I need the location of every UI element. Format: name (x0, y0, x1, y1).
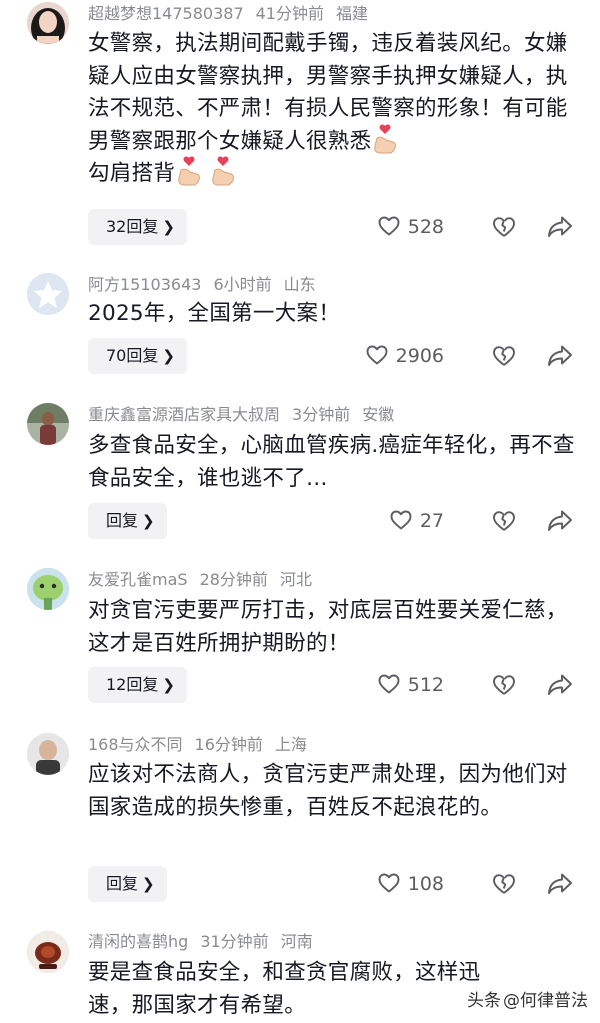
username[interactable]: 阿方15103643 (88, 275, 201, 294)
heart-broken-icon[interactable] (492, 344, 516, 368)
view-replies-button[interactable]: 回复 ❯ (88, 866, 167, 902)
heart-broken-icon[interactable] (492, 215, 516, 239)
chevron-right-icon: ❯ (162, 218, 175, 236)
comment-location: 河北 (279, 570, 312, 589)
share-arrow-icon[interactable] (547, 872, 573, 896)
comment-meta: 超越梦想147580387 41分钟前 福建 (88, 2, 380, 26)
comment-feed: 超越梦想147580387 41分钟前 福建 女警察，执法期间配戴手镯，违反着装风纪… (0, 0, 600, 1023)
like-button[interactable]: 528 (378, 209, 444, 245)
comment-location: 山东 (283, 275, 316, 294)
comment-location: 福建 (336, 4, 369, 23)
username[interactable]: 清闲的喜鹊hg (88, 932, 188, 951)
comment-text-tail: 勾肩搭背 (88, 161, 176, 186)
share-arrow-icon[interactable] (547, 673, 573, 697)
comment-text: 要是查食品安全，和查贪官腐败，这样迅速，那国家才有希望。 (88, 960, 481, 1018)
comment-time: 6小时前 (213, 275, 272, 294)
comment-text: 多查食品安全，心脑血管疾病.癌症年轻化，再不查食品安全，谁也逃不了… (88, 433, 575, 491)
share-arrow-icon[interactable] (547, 509, 573, 533)
chevron-right-icon: ❯ (142, 875, 155, 893)
comment-time: 16分钟前 (194, 735, 263, 754)
view-replies-button[interactable]: 70回复 ❯ (88, 338, 187, 374)
heart-outline-icon (390, 510, 412, 529)
comment-location: 安徽 (362, 405, 395, 424)
comment-time: 41分钟前 (255, 4, 324, 23)
watermark-brand: 头条 (467, 991, 501, 1011)
comment-meta: 阿方15103643 6小时前 山东 (88, 273, 328, 297)
comment-text: 女警察，执法期间配戴手镯，违反着装风纪。女嫌疑人应由女警察执押，男警察手执押女嫌… (88, 28, 578, 191)
heart-outline-icon (378, 216, 400, 235)
watermark-account: @何律普法 (503, 991, 588, 1011)
avatar[interactable] (27, 568, 69, 610)
comment-meta: 168与众不同 16分钟前 上海 (88, 733, 319, 757)
like-button[interactable]: 512 (378, 667, 444, 703)
reply-label: 12回复 (106, 675, 159, 694)
comment-time: 3分钟前 (292, 405, 351, 424)
finger-heart-emoji (209, 156, 237, 186)
reply-label: 回复 (106, 511, 139, 530)
heart-outline-icon (378, 873, 400, 892)
like-count: 108 (407, 873, 444, 895)
chevron-right-icon: ❯ (142, 512, 155, 530)
username[interactable]: 超越梦想147580387 (88, 4, 244, 23)
comment-text: 2025年，全国第一大案！ (88, 301, 341, 326)
comment-time: 28分钟前 (199, 570, 268, 589)
comment-location: 河南 (280, 932, 313, 951)
comment-text: 对贪官污吏要严厉打击，对底层百姓要关爱仁慈，这才是百姓所拥护期盼的！ (88, 598, 568, 656)
like-button[interactable]: 108 (378, 866, 444, 902)
avatar[interactable] (27, 273, 69, 315)
comment-location: 上海 (274, 735, 307, 754)
finger-heart-emoji (175, 156, 203, 186)
chevron-right-icon: ❯ (162, 347, 175, 365)
view-replies-button[interactable]: 12回复 ❯ (88, 667, 187, 703)
comment-meta: 重庆鑫富源酒店家具大叔周 3分钟前 安徽 (88, 403, 406, 427)
finger-heart-emoji (371, 124, 399, 154)
heart-broken-icon[interactable] (492, 872, 516, 896)
like-button[interactable]: 2906 (366, 338, 444, 374)
username[interactable]: 友爱孔雀maS (88, 570, 188, 589)
share-arrow-icon[interactable] (547, 215, 573, 239)
heart-outline-icon (366, 345, 388, 364)
like-count: 27 (419, 510, 444, 532)
comment-meta: 清闲的喜鹊hg 31分钟前 河南 (88, 930, 325, 954)
avatar[interactable] (27, 931, 69, 973)
chevron-right-icon: ❯ (162, 676, 175, 694)
username[interactable]: 168与众不同 (88, 735, 183, 754)
like-count: 512 (407, 674, 444, 696)
comment-text: 应该对不法商人，贪官污吏严肃处理，因为他们对国家造成的损失惨重，百姓反不起浪花的… (88, 762, 568, 820)
reply-label: 70回复 (106, 346, 159, 365)
heart-broken-icon[interactable] (492, 673, 516, 697)
heart-outline-icon (378, 674, 400, 693)
view-replies-button[interactable]: 32回复 ❯ (88, 209, 187, 245)
avatar[interactable] (27, 733, 69, 775)
like-count: 528 (407, 216, 444, 238)
avatar[interactable] (27, 403, 69, 445)
comment-meta: 友爱孔雀maS 28分钟前 河北 (88, 568, 324, 592)
heart-broken-icon[interactable] (492, 509, 516, 533)
username[interactable]: 重庆鑫富源酒店家具大叔周 (88, 405, 280, 424)
watermark: 头条 @何律普法 (467, 986, 590, 1016)
share-arrow-icon[interactable] (547, 344, 573, 368)
reply-label: 32回复 (106, 217, 159, 236)
like-count: 2906 (395, 345, 444, 367)
view-replies-button[interactable]: 回复 ❯ (88, 503, 167, 539)
comment-text-main: 女警察，执法期间配戴手镯，违反着装风纪。女嫌疑人应由女警察执押，男警察手执押女嫌… (88, 31, 568, 154)
like-button[interactable]: 27 (390, 503, 444, 539)
avatar[interactable] (27, 2, 69, 44)
comment-time: 31分钟前 (200, 932, 269, 951)
reply-label: 回复 (106, 874, 139, 893)
